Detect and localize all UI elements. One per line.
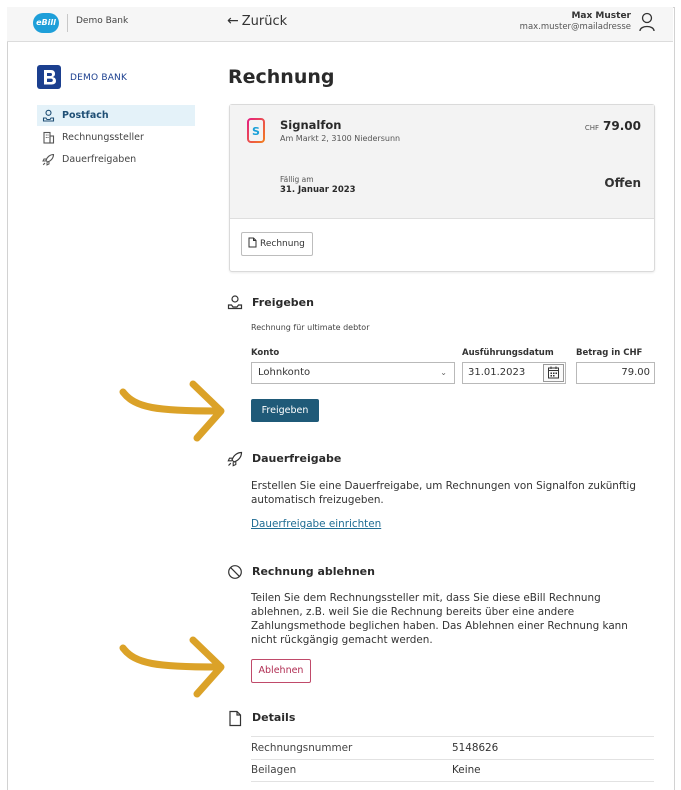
konto-select[interactable]: Lohnkonto ⌄ <box>251 362 455 384</box>
due-label: Fällig am <box>280 175 314 184</box>
currency: CHF <box>584 124 600 132</box>
user-email: max.muster@mailadresse <box>519 22 631 32</box>
sidebar-item-label: Postfach <box>62 110 109 121</box>
block-icon <box>228 565 242 579</box>
amount-input[interactable]: 79.00 <box>576 362 655 384</box>
status-badge: Offen <box>604 176 641 190</box>
detail-value: Keine <box>452 764 481 776</box>
annotation-arrow-icon <box>119 380 225 442</box>
header-divider <box>67 14 68 32</box>
freigeben-button[interactable]: Freigeben <box>251 399 319 422</box>
back-label: Zurück <box>241 14 288 29</box>
detail-value: 5148626 <box>452 742 499 754</box>
dauerfreigabe-heading: Dauerfreigabe <box>252 452 342 465</box>
amount-label: Betrag in CHF <box>576 348 643 358</box>
dauerfreigabe-text-line-1: Erstellen Sie eine Dauerfreigabe, um Rec… <box>251 480 636 492</box>
freigeben-subtitle: Rechnung für ultimate debtor <box>251 323 370 332</box>
demo-bank-logo-icon <box>37 65 61 89</box>
konto-label: Konto <box>251 348 280 358</box>
calendar-icon[interactable] <box>543 364 564 382</box>
payee-address: Am Markt 2, 3100 Niedersunn <box>280 134 401 143</box>
amount-value: 79.00 <box>603 119 641 133</box>
table-row: Beilagen Keine <box>251 759 654 782</box>
svg-text:S: S <box>252 125 260 138</box>
date-value: 31.01.2023 <box>468 367 526 378</box>
approve-inbox-icon <box>227 295 243 310</box>
annotation-arrow-icon <box>119 636 225 698</box>
sidebar-item-postfach[interactable]: Postfach <box>37 105 195 126</box>
ablehnen-heading: Rechnung ablehnen <box>252 565 375 578</box>
amount-input-value: 79.00 <box>621 367 650 378</box>
details-heading: Details <box>252 711 296 724</box>
user-name: Max Muster <box>571 11 631 21</box>
signalfon-logo-icon: S <box>247 118 265 143</box>
invoice-pdf-label: Rechnung <box>260 239 305 249</box>
user-info[interactable]: Max Muster max.muster@mailadresse <box>520 11 631 32</box>
page-title: Rechnung <box>228 66 335 88</box>
due-date: 31. Januar 2023 <box>280 185 356 195</box>
payee-name: Signalfon <box>280 118 342 132</box>
ablehnen-text-line-2: ablehnen, z.B. weil Sie die Rechnung ber… <box>251 606 575 618</box>
dauerfreigabe-link[interactable]: Dauerfreigabe einrichten <box>251 518 381 530</box>
inbox-people-icon <box>42 109 55 122</box>
building-icon <box>43 131 55 144</box>
document-icon <box>248 237 257 248</box>
sidebar-item-rechnungssteller[interactable]: Rechnungssteller <box>37 127 195 148</box>
dauerfreigabe-text-line-2: automatisch freizugeben. <box>251 494 384 506</box>
back-link[interactable]: ← Zurück <box>227 13 287 29</box>
detail-key: Beilagen <box>251 764 297 776</box>
table-row: Rechnungsnummer 5148626 <box>251 736 654 760</box>
brand-name: DEMO BANK <box>70 73 128 83</box>
invoice-summary: S Signalfon Am Markt 2, 3100 Niedersunn … <box>230 105 654 219</box>
sidebar-item-label: Dauerfreigaben <box>62 154 137 165</box>
invoice-card: S Signalfon Am Markt 2, 3100 Niedersunn … <box>229 104 655 272</box>
konto-value: Lohnkonto <box>258 367 311 378</box>
chevron-down-icon: ⌄ <box>440 368 447 377</box>
invoice-pdf-button[interactable]: Rechnung <box>241 232 313 256</box>
header-bank-name: Demo Bank <box>76 16 129 26</box>
ablehnen-button[interactable]: Ablehnen <box>251 659 311 683</box>
freigeben-heading: Freigeben <box>252 296 314 309</box>
rocket-icon <box>227 451 243 467</box>
person-icon[interactable] <box>639 12 655 32</box>
date-label: Ausführungsdatum <box>462 348 554 358</box>
sidebar-item-dauerfreigaben[interactable]: Dauerfreigaben <box>37 149 195 170</box>
ablehnen-text-line-1: Teilen Sie dem Rechnungssteller mit, das… <box>251 592 601 604</box>
sidebar-item-label: Rechnungssteller <box>62 132 144 143</box>
rocket-icon <box>42 153 55 166</box>
document-icon <box>229 710 242 727</box>
detail-key: Rechnungsnummer <box>251 742 353 754</box>
ablehnen-text-line-3: Zahlungsmethode beglichen haben. Das Abl… <box>251 620 628 632</box>
ebill-logo[interactable]: eBill <box>33 13 59 33</box>
ablehnen-text-line-4: nicht rückgängig gemacht werden. <box>251 634 433 646</box>
arrow-left-icon: ← <box>227 13 239 29</box>
invoice-amount: CHF 79.00 <box>585 119 641 133</box>
date-input[interactable]: 31.01.2023 <box>462 362 566 384</box>
